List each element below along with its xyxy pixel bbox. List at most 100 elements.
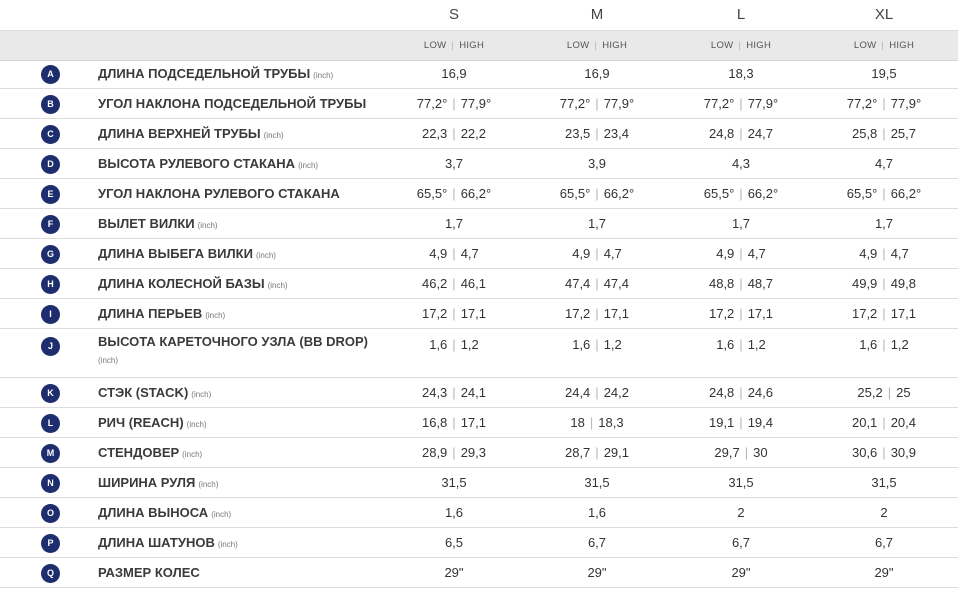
value-low: 28,7: [564, 445, 591, 460]
value-high: 30,9: [890, 445, 916, 460]
value-cell-m: 4,9 | 4,7: [525, 246, 669, 261]
row-label-text: ДЛИНА ПОДСЕДЕЛЬНОЙ ТРУБЫ: [98, 66, 311, 81]
row-unit: (inch): [98, 356, 119, 365]
value-cell-l: 2: [669, 505, 813, 520]
row-label-text: ДЛИНА ВЕРХНЕЙ ТРУБЫ: [98, 126, 261, 141]
value-cell-m: 6,7: [525, 535, 669, 550]
value-low: 30,6: [851, 445, 878, 460]
table-row: E УГОЛ НАКЛОНА РУЛЕВОГО СТАКАНА 65,5° | 66,2…: [0, 179, 958, 209]
value-cell-s: 1,7: [382, 216, 526, 231]
value-low: 24,4: [564, 385, 591, 400]
row-unit: (inch): [197, 221, 218, 230]
row-letter-badge: J: [41, 337, 60, 356]
value-cell-m: 65,5° | 66,2°: [525, 186, 669, 201]
value-cell-xl: 31,5: [812, 475, 956, 490]
value-high: 1,2: [603, 337, 622, 352]
row-label: ВЫЛЕТ ВИЛКИ (inch): [98, 215, 398, 235]
value-cell-m: 17,2 | 17,1: [525, 306, 669, 321]
separator: |: [882, 337, 886, 352]
row-letter-badge: O: [41, 504, 60, 523]
table-row: C ДЛИНА ВЕРХНЕЙ ТРУБЫ (inch) 22,3 | 22,2 23,5 |…: [0, 119, 958, 149]
size-header-s: S: [448, 6, 459, 23]
row-letter-badge: C: [41, 125, 60, 144]
value-low: 20,1: [851, 415, 878, 430]
value-low: 1,6: [716, 337, 735, 352]
row-unit: (inch): [191, 390, 212, 399]
value-cell-l: 6,7: [669, 535, 813, 550]
value-high: 23,4: [603, 126, 629, 141]
value-low: 1,7: [587, 216, 607, 231]
value-low: 1,6: [587, 505, 607, 520]
value-cell-m: 18 | 18,3: [525, 415, 669, 430]
row-letter-badge: K: [41, 384, 60, 403]
value-cell-m: 23,5 | 23,4: [525, 126, 669, 141]
high-label: HIGH: [459, 40, 485, 51]
separator: |: [882, 415, 886, 430]
value-high: 4,7: [747, 246, 766, 261]
separator: |: [739, 337, 743, 352]
value-cell-xl: 29": [812, 565, 956, 580]
size-header-row: S M L XL: [0, 0, 960, 30]
value-cell-s: 17,2 | 17,1: [382, 306, 526, 321]
table-row: D ВЫСОТА РУЛЕВОГО СТАКАНА (inch) 3,7 3,9 4,3 4…: [0, 149, 958, 179]
value-cell-m: 1,7: [525, 216, 669, 231]
low-high-header-row: LOW | HIGH LOW | HIGH LOW | HIGH LOW | HIGH: [0, 30, 958, 61]
row-letter-badge: I: [41, 305, 60, 324]
value-low: 65,5°: [416, 186, 448, 201]
value-high: 46,1: [460, 276, 486, 291]
value-low: 4,3: [731, 156, 751, 171]
row-label: РИЧ (REACH) (inch): [98, 414, 398, 434]
table-row: K СТЭК (STACK) (inch) 24,3 | 24,1 24,4 | 24,2 24,…: [0, 378, 958, 408]
low-label: LOW: [853, 40, 877, 51]
separator: |: [452, 337, 456, 352]
value-high: 18,3: [598, 415, 624, 430]
value-cell-xl: 20,1 | 20,4: [812, 415, 956, 430]
row-label: ДЛИНА ВЫНОСА (inch): [98, 504, 398, 524]
row-label-text: ВЫЛЕТ ВИЛКИ: [98, 216, 195, 231]
value-low: 1,7: [731, 216, 751, 231]
value-low: 29": [587, 565, 607, 580]
value-low: 1,6: [444, 505, 464, 520]
separator: |: [452, 246, 456, 261]
value-low: 1,6: [429, 337, 448, 352]
row-unit: (inch): [186, 420, 207, 429]
row-label: ДЛИНА ВЕРХНЕЙ ТРУБЫ (inch): [98, 125, 398, 145]
separator: |: [594, 40, 598, 51]
value-high: 49,8: [890, 276, 916, 291]
low-high-label-l: LOW | HIGH: [669, 40, 813, 51]
value-cell-l: 48,8 | 48,7: [669, 276, 813, 291]
size-header-l: L: [736, 6, 746, 23]
value-low: 47,4: [564, 276, 591, 291]
value-low: 16,9: [584, 66, 610, 81]
value-high: 24,6: [747, 385, 773, 400]
value-cell-s: 29": [382, 565, 526, 580]
value-low: 29,7: [714, 445, 740, 460]
value-high: 17,1: [747, 306, 773, 321]
value-cell-xl: 1,7: [812, 216, 956, 231]
value-low: 6,7: [587, 535, 607, 550]
value-cell-s: 3,7: [382, 156, 526, 171]
row-label-text: УГОЛ НАКЛОНА ПОДСЕДЕЛЬНОЙ ТРУБЫ: [98, 96, 367, 111]
value-cell-l: 1,6 | 1,2: [669, 337, 813, 352]
value-high: 1,2: [460, 337, 479, 352]
row-unit: (inch): [255, 251, 276, 260]
value-low: 2: [737, 505, 745, 520]
separator: |: [452, 186, 456, 201]
value-cell-xl: 77,2° | 77,9°: [812, 96, 956, 111]
value-low: 2: [880, 505, 888, 520]
low-label: LOW: [566, 40, 590, 51]
row-label: ДЛИНА ПЕРЬЕВ (inch): [98, 305, 398, 325]
value-cell-l: 17,2 | 17,1: [669, 306, 813, 321]
table-row: G ДЛИНА ВЫБЕГА ВИЛКИ (inch) 4,9 | 4,7 4,9 | 4,7 4…: [0, 239, 958, 269]
separator: |: [595, 246, 599, 261]
value-low: 3,9: [587, 156, 607, 171]
value-cell-l: 31,5: [669, 475, 813, 490]
row-letter-badge: N: [41, 474, 60, 493]
row-unit: (inch): [263, 131, 284, 140]
value-cell-l: 29,7 | 30: [669, 445, 813, 460]
value-high: 19,4: [747, 415, 773, 430]
row-unit: (inch): [198, 480, 219, 489]
value-high: 77,9°: [603, 96, 635, 111]
separator: |: [739, 96, 743, 111]
table-row: H ДЛИНА КОЛЕСНОЙ БАЗЫ (inch) 46,2 | 46,1 47,4 |…: [0, 269, 958, 299]
